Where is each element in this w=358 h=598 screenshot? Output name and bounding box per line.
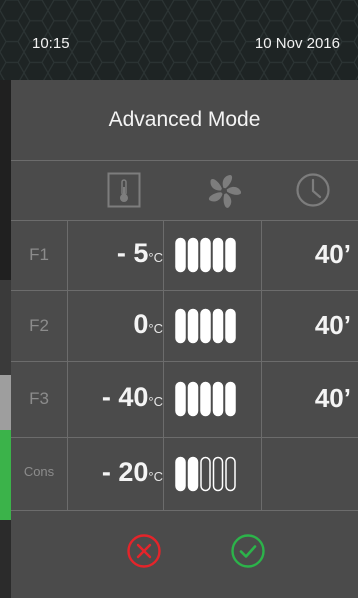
time-value[interactable]: 40’ (261, 310, 351, 341)
divider (11, 510, 358, 511)
edge-green (0, 430, 11, 520)
thermometer-icon (107, 172, 141, 208)
edge-dark (0, 80, 11, 280)
row-label: Cons (23, 463, 55, 479)
fan-level-segment-filled (175, 381, 186, 417)
fan-level-segment-empty (212, 456, 224, 491)
temperature-unit: °C (148, 394, 163, 409)
edge-light (0, 375, 11, 430)
temperature-unit: °C (148, 320, 163, 336)
fan-level-segment-filled (200, 381, 211, 417)
fan-level-segment-filled (225, 381, 236, 417)
fan-level-segment-empty (200, 456, 211, 491)
advanced-mode-panel: Advanced Mode F1- 5°C 40’ F2 0°C 40’ F3- 40°C… (11, 80, 358, 598)
fan-icon (208, 175, 241, 208)
fan-level-segment-filled (200, 237, 211, 273)
fan-level-segment-filled (225, 237, 236, 273)
fan-level-bar[interactable] (174, 237, 244, 273)
fan-level-segment-filled (187, 381, 199, 417)
row-label: F3 (29, 389, 49, 408)
temperature-value[interactable]: - 40°C (68, 382, 163, 413)
divider (11, 160, 358, 161)
fan-level-segment-filled (175, 237, 186, 273)
column-divider (163, 220, 164, 510)
temperature-value[interactable]: - 20°C (68, 457, 163, 488)
cancel-button[interactable] (126, 533, 162, 569)
fan-level-segment-filled (175, 456, 186, 491)
fan-level-segment-filled (187, 308, 199, 343)
temperature-value[interactable]: 0°C (68, 309, 163, 340)
fan-level-segment-filled (187, 456, 199, 491)
fan-level-segment-filled (212, 381, 224, 417)
divider (11, 220, 358, 221)
fan-level-segment-empty (225, 456, 236, 491)
fan-level-segment-filled (212, 308, 224, 343)
clock-date: 10 Nov 2016 (254, 35, 340, 52)
fan-level-segment-filled (225, 308, 236, 343)
status-bar: 10:15 10 Nov 2016 (0, 0, 358, 80)
temperature-number: 0 (133, 308, 149, 339)
temperature-sign: - (101, 456, 119, 487)
edge-gray (0, 280, 11, 375)
row-label: F1 (29, 245, 49, 264)
fan-level-bar[interactable] (174, 381, 244, 417)
row-label: F2 (29, 315, 49, 335)
divider (11, 437, 358, 438)
temperature-unit: °C (148, 468, 163, 484)
temperature-sign: - (116, 238, 134, 268)
background-edge (0, 80, 11, 598)
clock-time: 10:15 (32, 35, 70, 52)
fan-level-segment-filled (200, 308, 211, 343)
time-value[interactable]: 40’ (261, 383, 351, 414)
fan-level-segment-filled (212, 237, 224, 273)
fan-level-bar[interactable] (174, 456, 244, 492)
temperature-number: 20 (118, 456, 149, 487)
temperature-number: 5 (133, 238, 149, 268)
fan-level-segment-filled (187, 237, 199, 273)
fan-level-bar[interactable] (174, 308, 244, 344)
temperature-sign: - (101, 382, 119, 412)
divider (11, 361, 358, 362)
fan-level-segment-filled (175, 308, 186, 343)
confirm-icon (231, 534, 265, 568)
clock-icon (296, 173, 330, 207)
divider (11, 290, 358, 291)
cancel-icon (127, 534, 161, 568)
temperature-unit: °C (148, 250, 163, 265)
temperature-value[interactable]: - 5°C (68, 238, 163, 269)
page-title: Advanced Mode (108, 108, 261, 131)
time-value[interactable]: 40’ (261, 239, 351, 270)
temperature-number: 40 (118, 382, 149, 412)
confirm-button[interactable] (230, 533, 266, 569)
